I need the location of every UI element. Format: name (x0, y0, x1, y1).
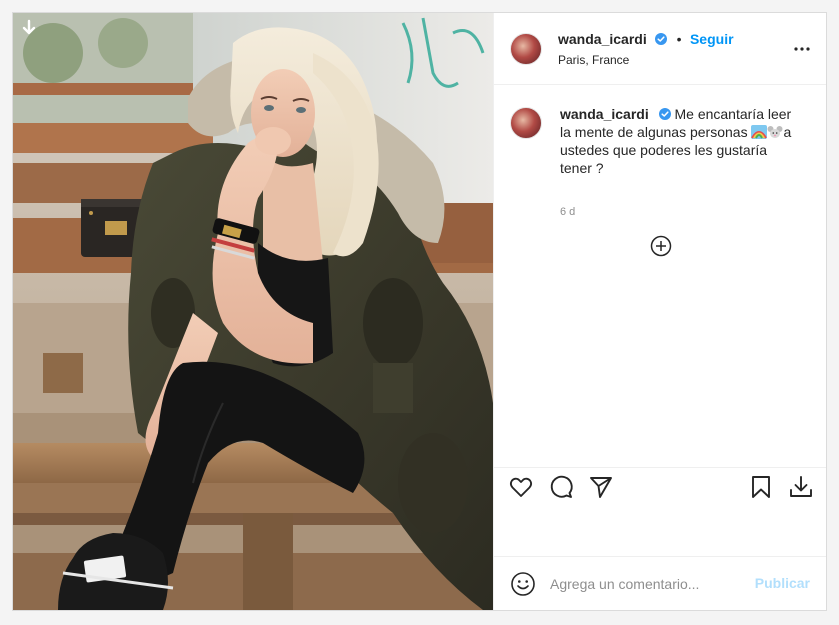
send-icon[interactable] (588, 474, 614, 500)
post-timestamp[interactable]: 6 d (560, 206, 575, 218)
post-side-panel: wanda_icardi • Seguir Paris, France wand… (493, 13, 826, 610)
verified-badge-icon (658, 108, 671, 120)
avatar[interactable] (510, 33, 542, 65)
header-separator: • (676, 31, 682, 47)
action-bar (494, 467, 826, 507)
bookmark-icon[interactable] (748, 474, 774, 500)
follow-button[interactable]: Seguir (690, 31, 734, 47)
heart-icon[interactable] (508, 474, 534, 500)
more-horizontal-icon[interactable] (794, 43, 810, 55)
comment-icon[interactable] (548, 474, 574, 500)
post-photo[interactable] (13, 13, 493, 610)
header-user-line: wanda_icardi • Seguir (558, 31, 734, 49)
verified-badge-icon (655, 33, 668, 45)
post-card: wanda_icardi • Seguir Paris, France wand… (12, 12, 827, 611)
caption-text: wanda_icardi Me encantaría leer la mente… (560, 105, 800, 177)
caption-username[interactable]: wanda_icardi (560, 106, 649, 122)
rainbow-emoji-icon (751, 125, 768, 139)
comment-input[interactable] (550, 573, 740, 595)
download-icon[interactable] (788, 474, 814, 500)
post-photo-illustration (13, 13, 493, 610)
post-location[interactable]: Paris, France (558, 53, 629, 67)
mouse-face-emoji-icon (767, 126, 783, 138)
header-username[interactable]: wanda_icardi (558, 31, 647, 47)
comment-bar: Publicar (494, 556, 826, 610)
arrow-down-icon (22, 19, 36, 35)
photo-download-icon[interactable] (19, 19, 39, 39)
publish-button[interactable]: Publicar (755, 575, 810, 591)
caption-avatar[interactable] (510, 107, 542, 139)
smiley-icon[interactable] (510, 571, 536, 597)
plus-circle-icon[interactable] (650, 235, 672, 257)
post-header: wanda_icardi • Seguir Paris, France (494, 13, 826, 85)
